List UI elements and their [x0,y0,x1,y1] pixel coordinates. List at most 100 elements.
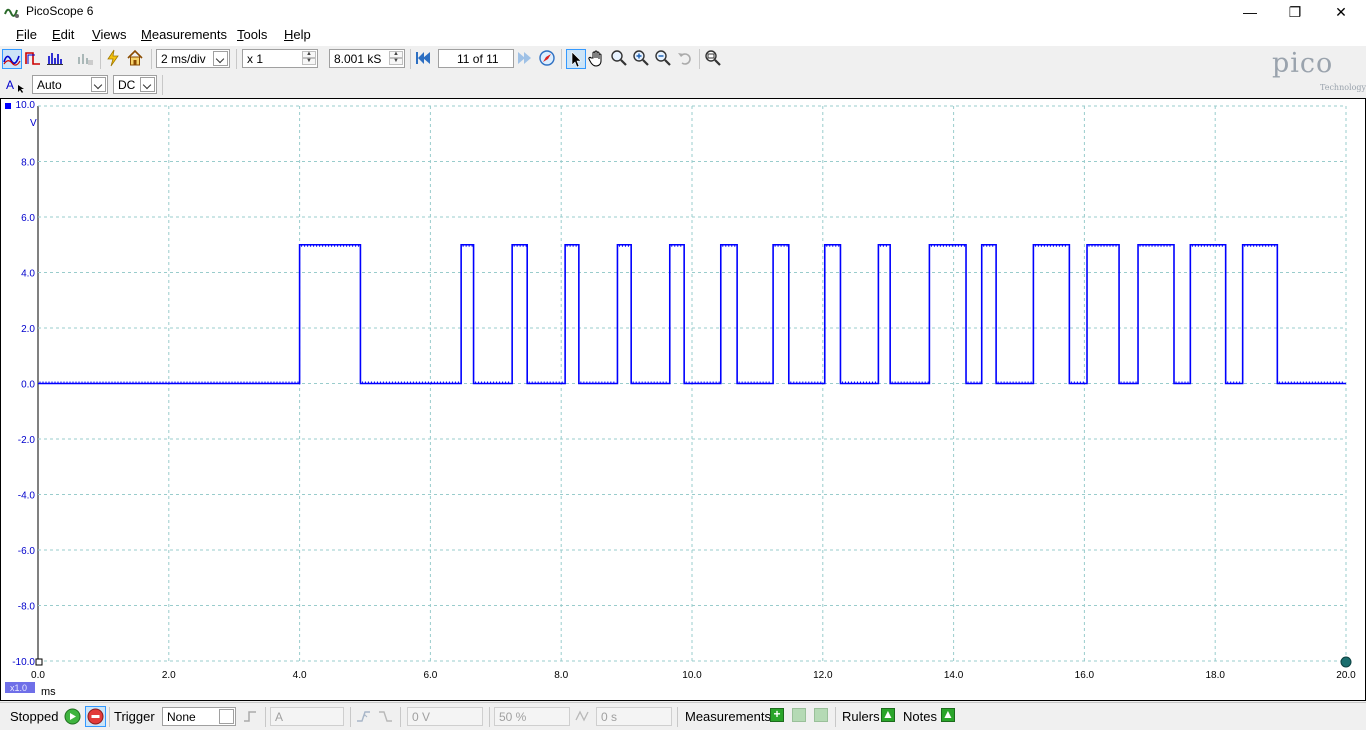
falling-edge-icon[interactable] [377,708,394,725]
trigger-mode-value: None [167,710,196,724]
window-title: PicoScope 6 [26,4,94,18]
origin-marker-icon [35,658,43,666]
channel-a-axis-marker[interactable] [5,103,11,109]
channel-range-select[interactable]: Auto [32,75,108,94]
channel-toolbar: A Auto DC [0,72,1366,98]
zoom-in-icon[interactable] [632,49,652,69]
buffer-position-field[interactable]: 11 of 11 [438,49,514,68]
delete-measurement-icon[interactable] [814,708,828,722]
restore-button[interactable]: ❐ [1272,0,1318,24]
channel-range-value: Auto [37,78,62,92]
menu-tools[interactable]: Tools [237,27,267,42]
x-tick-label: 14.0 [944,670,964,681]
zoom-factor-spinner[interactable]: ▲ ▼ [302,51,316,66]
pointer-tool-icon[interactable] [566,49,586,69]
stop-capture-icon [87,708,104,725]
advanced-trigger-icon[interactable] [242,708,259,725]
trigger-source-value: A [275,710,284,724]
channel-a-label[interactable]: A [6,78,14,92]
chevron-down-icon[interactable] [140,77,155,92]
trigger-threshold-input[interactable]: 0 V [407,707,483,726]
buffer-next-icon[interactable] [516,49,536,69]
y-tick-label: 8.0 [21,158,35,169]
y-tick-label: 2.0 [21,324,35,335]
add-measurement-icon[interactable]: + [770,708,784,722]
channel-a-trace [38,243,1346,385]
zoom-factor-value: x 1 [247,52,264,66]
chevron-down-icon[interactable] [219,709,234,724]
chevron-down-icon[interactable] [213,51,228,66]
rulers-label: Rulers [842,709,880,724]
trigger-source-select[interactable]: A [270,707,344,726]
y-tick-label: -6.0 [18,546,36,557]
scope-view[interactable]: 10.0 8.0 6.0 4.0 2.0 0.0 -2.0 -4.0 -6.0 -8.0 -10.0… [0,98,1366,701]
add-view-icon[interactable] [76,49,96,69]
x-tick-label: 10.0 [682,670,702,681]
menu-bar: File Edit Views Measurements Tools Help [0,24,1366,46]
scope-graph[interactable]: 10.0 8.0 6.0 4.0 2.0 0.0 -2.0 -4.0 -6.0 -8.0 -10.0… [1,99,1365,700]
samples-input[interactable]: 8.001 kS ▲ ▼ [329,49,405,68]
hand-tool-icon[interactable] [588,49,608,69]
x-tick-label: 4.0 [293,670,307,681]
menu-file[interactable]: File [16,27,37,42]
zoom-factor-input[interactable]: x 1 ▲ ▼ [242,49,318,68]
minimize-button[interactable]: — [1227,0,1273,24]
menu-edit[interactable]: Edit [52,27,74,42]
x-tick-label: 16.0 [1075,670,1095,681]
undo-zoom-icon[interactable] [676,49,696,69]
title-bar: PicoScope 6 — ❐ ✕ [0,0,1366,24]
x-tick-label: 8.0 [554,670,568,681]
x-tick-label: 12.0 [813,670,833,681]
samples-spinner[interactable]: ▲ ▼ [389,51,403,66]
scope-mode-icon[interactable] [2,49,22,69]
menu-measurements[interactable]: Measurements [141,27,227,42]
x-tick-label: 20.0 [1336,670,1356,681]
stop-capture-button[interactable] [85,706,106,727]
trigger-label: Trigger [114,709,155,724]
trigger-threshold-value: 0 V [412,710,431,724]
menu-help[interactable]: Help [284,27,311,42]
y-tick-label: -8.0 [18,602,36,613]
channel-options-arrow-icon[interactable] [17,84,26,93]
edit-measurement-icon[interactable] [792,708,806,722]
zoom-tool-icon[interactable] [610,49,630,69]
notes-label: Notes [903,709,937,724]
home-icon[interactable] [126,49,146,69]
zoom-overview-icon[interactable] [704,49,724,69]
close-button[interactable]: ✕ [1318,0,1364,24]
ruler-handle-icon[interactable] [1340,656,1352,668]
channel-coupling-value: DC [118,78,136,92]
buffer-first-icon[interactable] [414,49,434,69]
trigger-mode-select[interactable]: None [162,707,236,726]
timebase-select[interactable]: 2 ms/div [156,49,230,68]
y-axis-unit: V [30,118,37,129]
start-capture-icon[interactable] [64,708,81,725]
y-tick-label: 6.0 [21,213,35,224]
rising-edge-icon[interactable] [355,708,372,725]
pico-technology-logo: pico Technology [1272,48,1366,92]
menu-views[interactable]: Views [92,27,126,42]
x-tick-label: 0.0 [31,670,45,681]
chevron-down-icon[interactable] [91,77,106,92]
trigger-delay-input[interactable]: 0 s [596,707,672,726]
channel-options-icon[interactable] [104,49,124,69]
buffer-navigator-icon[interactable] [538,49,558,69]
measurements-label: Measurements [685,709,771,724]
x-tick-label: 18.0 [1205,670,1225,681]
capture-state: Stopped [10,709,59,724]
timebase-value: 2 ms/div [161,52,206,66]
notes-expand-icon[interactable]: ▲ [941,708,955,722]
channel-coupling-select[interactable]: DC [113,75,157,94]
main-toolbar: 2 ms/div x 1 ▲ ▼ 8.001 kS ▲ ▼ 11 of 11 [0,46,1366,72]
buffer-position-value: 11 of 11 [457,52,499,66]
y-tick-label: 4.0 [21,269,35,280]
rulers-expand-icon[interactable]: ▲ [881,708,895,722]
spectrum-mode-icon[interactable] [46,49,66,69]
persistence-mode-icon[interactable] [24,49,44,69]
pre-trigger-input[interactable]: 50 % [494,707,570,726]
status-bar: Stopped Trigger None A 0 V 50 % 0 s Meas… [0,702,1366,730]
y-tick-label: -10.0 [12,657,35,668]
trigger-delay-icon[interactable] [574,708,591,725]
zoom-out-icon[interactable] [654,49,674,69]
x-scale-badge-text: x1.0 [10,683,27,693]
